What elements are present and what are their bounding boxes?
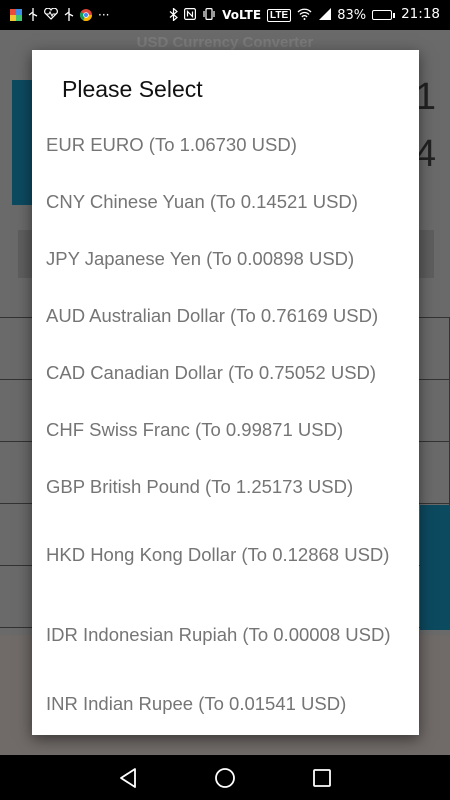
status-left-icons: ···: [10, 7, 110, 23]
dialog-title: Please Select: [62, 76, 203, 102]
option-cny[interactable]: CNY Chinese Yuan (To 0.14521 USD): [32, 173, 419, 230]
battery-percent: 83%: [337, 7, 367, 23]
signal-icon: [318, 8, 332, 22]
more-icon: ···: [98, 8, 110, 22]
vibrate-icon: [202, 8, 216, 22]
back-icon[interactable]: [114, 764, 142, 792]
bluetooth-icon: [169, 6, 179, 23]
home-icon[interactable]: [211, 764, 239, 792]
currency-option-list[interactable]: EUR EURO (To 1.06730 USD) CNY Chinese Yu…: [32, 116, 419, 732]
heart-rate-icon: [44, 7, 58, 22]
clock: 21:18: [401, 6, 440, 23]
wifi-icon: [297, 8, 312, 22]
chrome-icon: [79, 9, 92, 22]
option-aud[interactable]: AUD Australian Dollar (To 0.76169 USD): [32, 287, 419, 344]
option-inr[interactable]: INR Indian Rupee (To 0.01541 USD): [32, 675, 419, 732]
usb-icon: [64, 7, 74, 23]
usb-icon: [28, 7, 38, 23]
option-jpy[interactable]: JPY Japanese Yen (To 0.00898 USD): [32, 230, 419, 287]
battery-icon: [372, 10, 396, 20]
equals-key: [420, 505, 450, 630]
status-bar: ··· VoLTE LTE 83% 21:18: [0, 0, 450, 30]
option-chf[interactable]: CHF Swiss Franc (To 0.99871 USD): [32, 401, 419, 458]
option-eur[interactable]: EUR EURO (To 1.06730 USD): [32, 116, 419, 173]
nfc-icon: [184, 8, 197, 22]
lte-badge: LTE: [267, 8, 292, 22]
volte-label: VoLTE: [222, 8, 262, 22]
status-right-icons: VoLTE LTE 83% 21:18: [169, 6, 440, 23]
option-gbp[interactable]: GBP British Pound (To 1.25173 USD): [32, 458, 419, 515]
option-idr[interactable]: IDR Indonesian Rupiah (To 0.00008 USD): [32, 595, 419, 675]
navigation-bar: [0, 755, 450, 800]
photo-icon: [10, 9, 22, 21]
option-cad[interactable]: CAD Canadian Dollar (To 0.75052 USD): [32, 344, 419, 401]
option-hkd[interactable]: HKD Hong Kong Dollar (To 0.12868 USD): [32, 515, 419, 595]
recents-icon[interactable]: [308, 764, 336, 792]
currency-select-dialog: Please Select EUR EURO (To 1.06730 USD) …: [32, 50, 419, 735]
